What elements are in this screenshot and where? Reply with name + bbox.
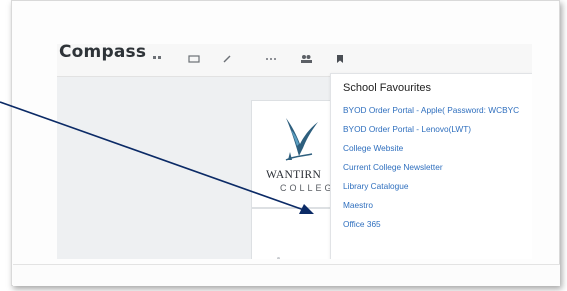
arrow-shaft — [0, 101, 305, 211]
annotation-arrow — [0, 101, 314, 214]
